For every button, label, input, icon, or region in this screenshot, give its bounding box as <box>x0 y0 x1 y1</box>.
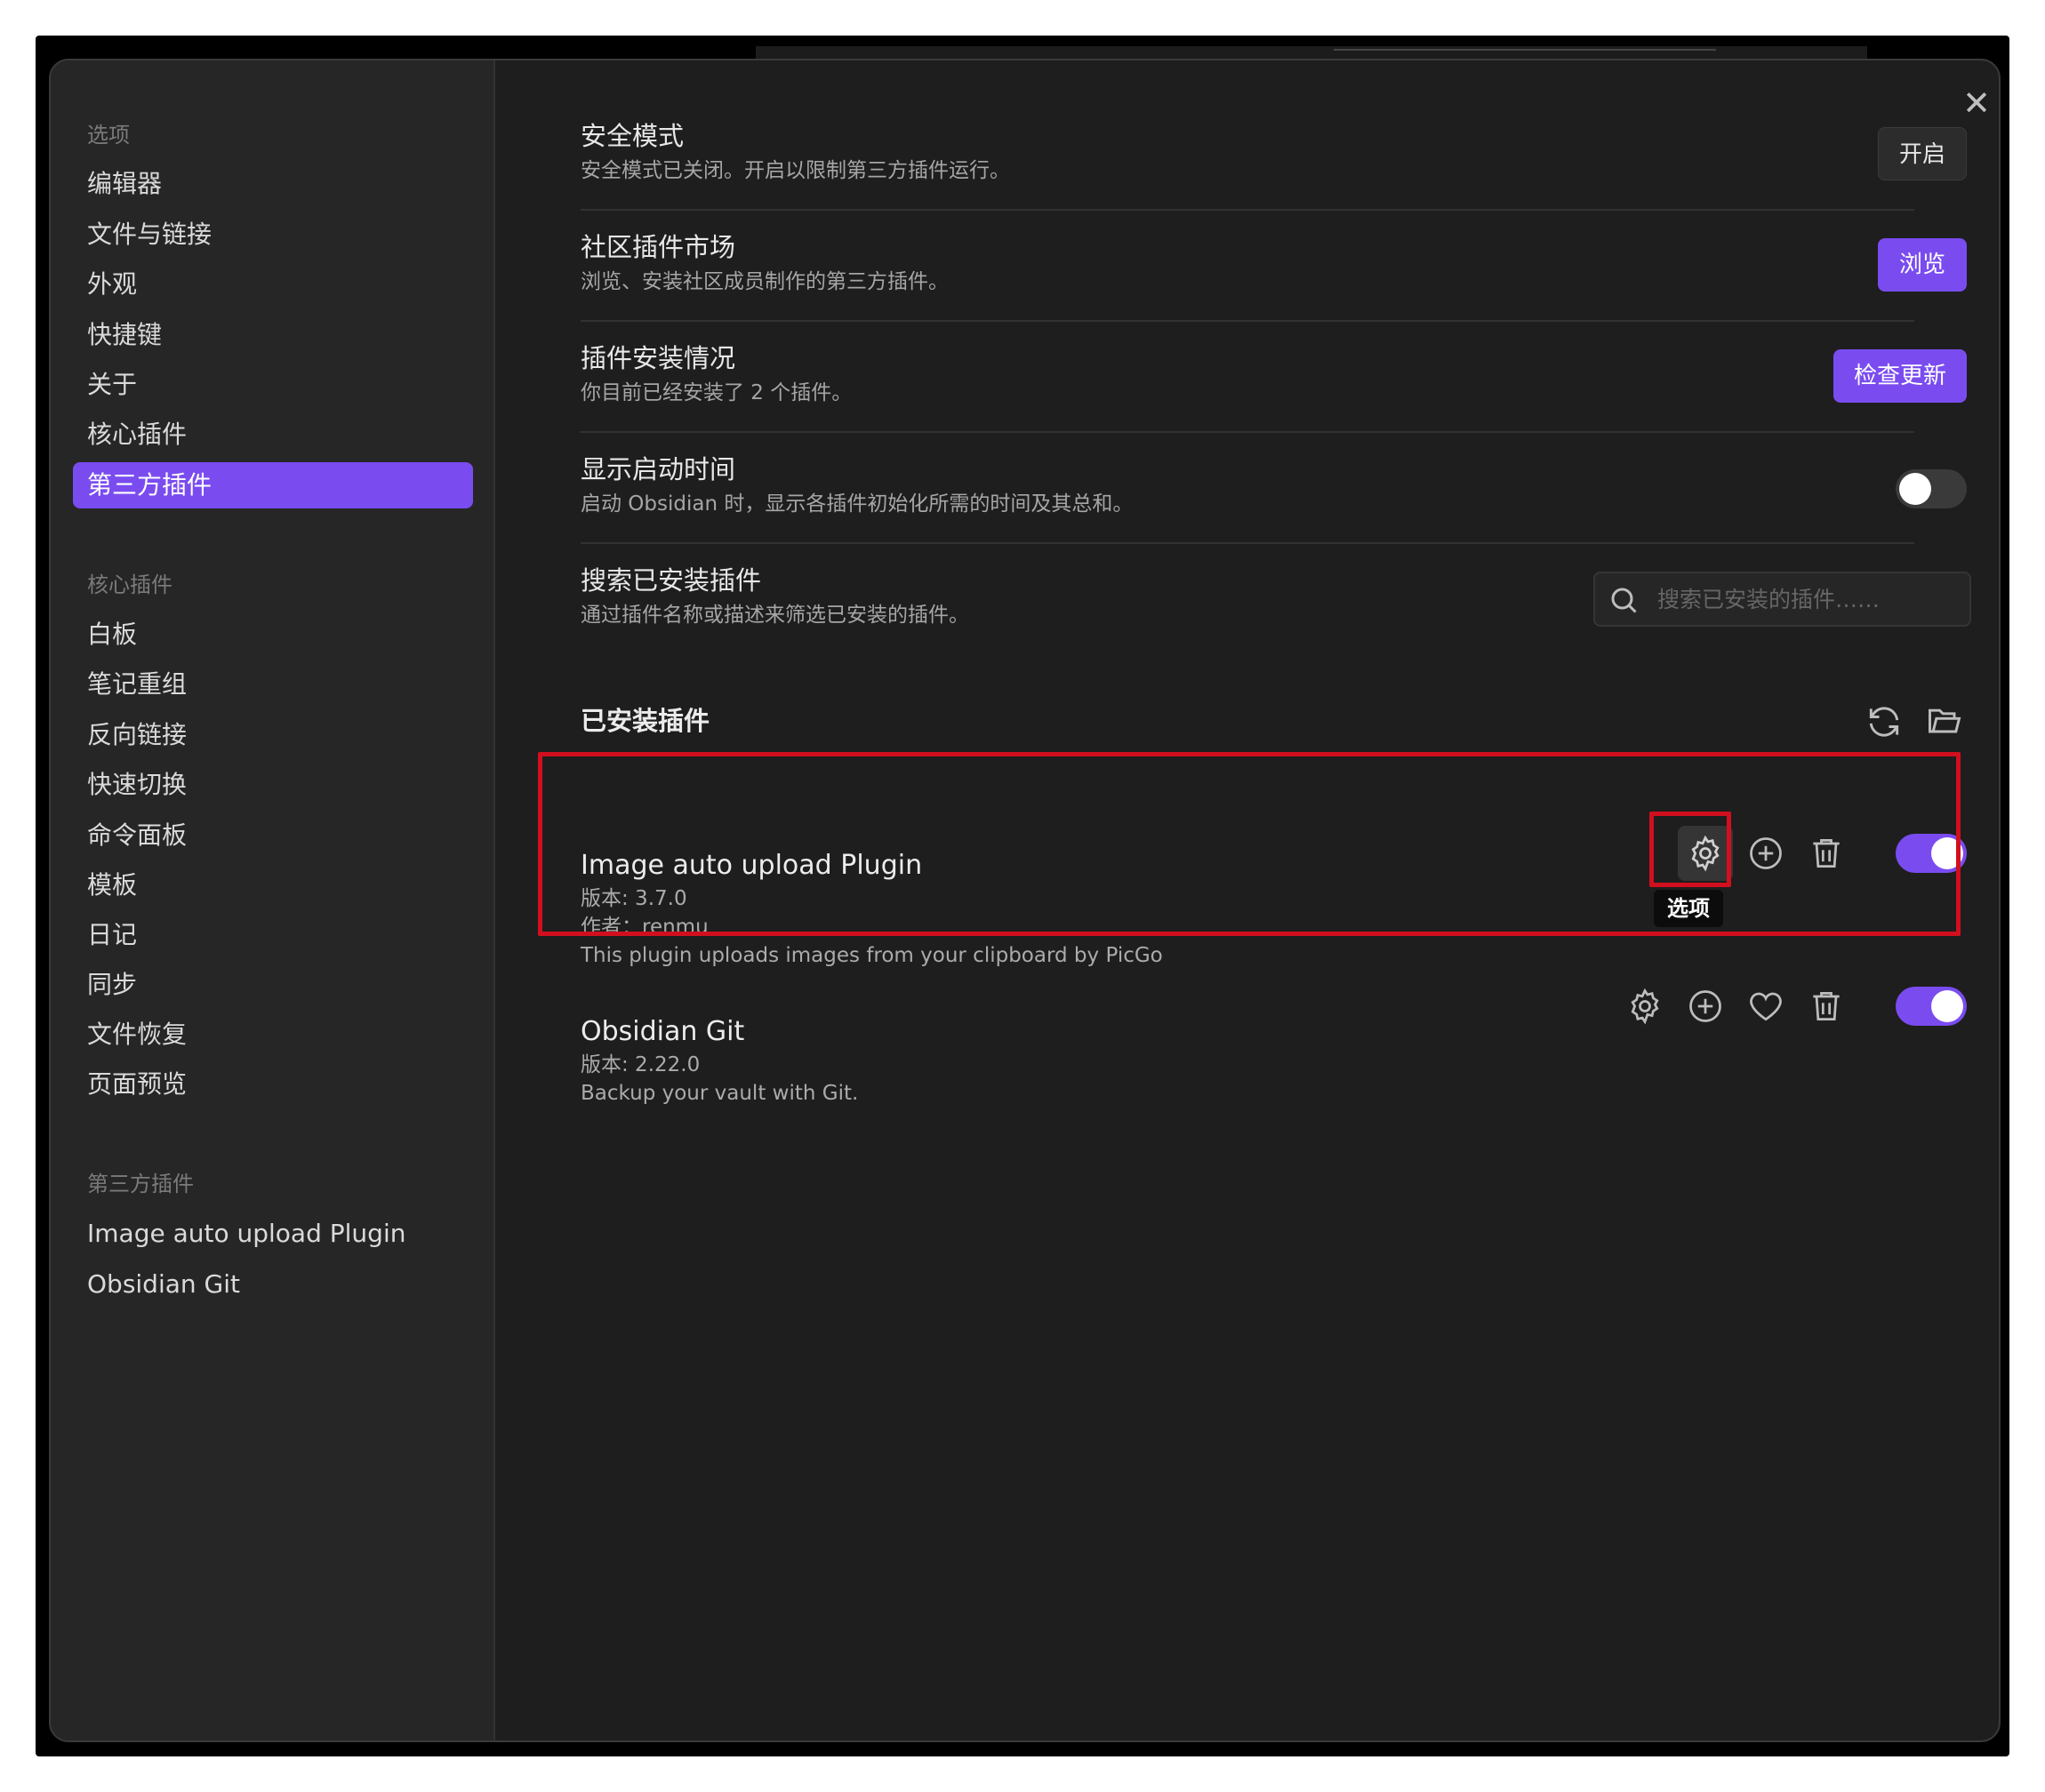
sidebar-item-backlinks[interactable]: 反向链接 <box>73 712 473 758</box>
setting-startup-time: 显示启动时间 启动 Obsidian 时，显示各插件初始化所需的时间及其总和。 <box>581 452 1914 519</box>
gear-icon[interactable] <box>1625 987 1664 1026</box>
heart-icon[interactable] <box>1746 987 1785 1026</box>
setting-desc: 启动 Obsidian 时，显示各插件初始化所需的时间及其总和。 <box>581 492 1134 516</box>
plugin-version: 版本: 2.22.0 <box>581 1053 701 1076</box>
open-folder-icon[interactable] <box>1925 702 1964 741</box>
sidebar-group-community-title: 第三方插件 <box>87 1172 194 1196</box>
plugin-obsidian-git-toggle[interactable] <box>1896 987 1967 1026</box>
sidebar-item-sync[interactable]: 同步 <box>73 962 473 1008</box>
setting-safe-mode: 安全模式 安全模式已关闭。开启以限制第三方插件运行。 <box>581 118 1914 186</box>
sidebar-item-quick-switcher[interactable]: 快速切换 <box>73 762 473 808</box>
sidebar-item-files-links[interactable]: 文件与链接 <box>73 212 473 258</box>
plugin-highlight-annotation <box>538 752 1961 936</box>
sidebar-item-image-auto-upload[interactable]: Image auto upload Plugin <box>73 1211 473 1257</box>
startup-time-toggle[interactable] <box>1896 469 1967 508</box>
gear-highlight-annotation <box>1649 812 1731 887</box>
sidebar-item-obsidian-git[interactable]: Obsidian Git <box>73 1261 473 1308</box>
add-hotkey-icon[interactable] <box>1686 987 1725 1026</box>
sidebar-item-core-plugins[interactable]: 核心插件 <box>73 412 473 458</box>
setting-desc: 安全模式已关闭。开启以限制第三方插件运行。 <box>581 159 1010 182</box>
setting-community-market: 社区插件市场 浏览、安装社区成员制作的第三方插件。 <box>581 229 1914 297</box>
installed-plugins-title: 已安装插件 <box>581 706 710 736</box>
setting-installed-status: 插件安装情况 你目前已经安装了 2 个插件。 <box>581 340 1914 408</box>
plugin-description: Backup your vault with Git. <box>581 1082 859 1105</box>
sidebar-item-hotkeys[interactable]: 快捷键 <box>73 312 473 358</box>
settings-sidebar: 选项 编辑器 文件与链接 外观 快捷键 关于 核心插件 第三方插件 核心插件 白… <box>51 60 495 1740</box>
plugin-description: This plugin uploads images from your cli… <box>581 944 1163 967</box>
sidebar-item-canvas[interactable]: 白板 <box>73 612 473 658</box>
browse-button[interactable]: 浏览 <box>1878 238 1967 292</box>
search-input[interactable] <box>1657 580 1960 618</box>
setting-title: 社区插件市场 <box>581 232 736 262</box>
reload-icon[interactable] <box>1865 702 1904 741</box>
sidebar-group-core-title: 核心插件 <box>87 572 172 597</box>
safe-mode-button[interactable]: 开启 <box>1878 127 1967 180</box>
sidebar-item-appearance[interactable]: 外观 <box>73 261 473 308</box>
sidebar-item-daily-notes[interactable]: 日记 <box>73 912 473 958</box>
plugin-item-obsidian-git: Obsidian Git 版本: 2.22.0 Backup your vaul… <box>581 1013 1559 1108</box>
check-updates-button[interactable]: 检查更新 <box>1833 349 1967 403</box>
trash-icon[interactable] <box>1807 987 1846 1026</box>
sidebar-item-about[interactable]: 关于 <box>73 362 473 408</box>
sidebar-item-community-plugins[interactable]: 第三方插件 <box>73 462 473 508</box>
setting-desc: 你目前已经安装了 2 个插件。 <box>581 381 853 404</box>
plugin-name: Obsidian Git <box>581 1016 745 1047</box>
setting-desc: 浏览、安装社区成员制作的第三方插件。 <box>581 270 949 293</box>
sidebar-item-command-palette[interactable]: 命令面板 <box>73 812 473 859</box>
sidebar-item-templates[interactable]: 模板 <box>73 862 473 908</box>
plugin-search-box[interactable] <box>1593 572 1971 627</box>
background-tab-strip <box>756 46 1867 59</box>
sidebar-group-options-title: 选项 <box>87 123 130 148</box>
setting-title: 插件安装情况 <box>581 343 736 373</box>
options-tooltip: 选项 <box>1654 890 1723 927</box>
sidebar-item-editor[interactable]: 编辑器 <box>73 161 473 207</box>
setting-title: 显示启动时间 <box>581 454 736 484</box>
sidebar-item-note-composer[interactable]: 笔记重组 <box>73 661 473 708</box>
setting-title: 安全模式 <box>581 121 685 151</box>
sidebar-item-file-recovery[interactable]: 文件恢复 <box>73 1012 473 1058</box>
sidebar-item-page-preview[interactable]: 页面预览 <box>73 1061 473 1108</box>
search-icon <box>1611 588 1637 613</box>
